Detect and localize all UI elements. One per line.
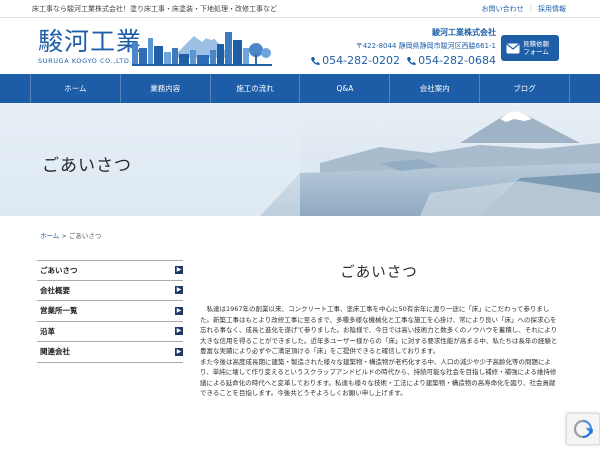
mail-icon — [506, 43, 520, 53]
sidebar-item-label: 営業所一覧 — [40, 306, 78, 316]
breadcrumb: ホーム > ごあいさつ — [40, 230, 101, 240]
sidebar-item-greeting[interactable]: ごあいさつ ▶ — [37, 260, 183, 281]
phone-number-1[interactable]: 054-282-0202 — [310, 54, 400, 67]
logo-japanese: 駿河工業 — [38, 27, 143, 56]
logo-english: SURUGA KOGYO CO.,LTD. — [38, 57, 133, 65]
sidebar-item-label: 会社概要 — [40, 285, 70, 295]
phone-number-1-text: 054-282-0202 — [322, 54, 401, 67]
phone-number-2-text: 054-282-0684 — [418, 54, 496, 67]
sidebar-item-history[interactable]: 沿革 ▶ — [37, 322, 183, 342]
sidebar-item-label: ごあいさつ — [40, 265, 78, 275]
recaptcha-icon — [573, 419, 593, 439]
nav-item-blog[interactable]: ブログ — [480, 74, 570, 103]
arrow-right-icon: ▶ — [175, 286, 183, 295]
phone-number-2[interactable]: 054-282-0684 — [406, 54, 496, 67]
sidebar-item-label: 関連会社 — [40, 347, 70, 357]
quote-button-line1: 見積依頼 — [523, 40, 549, 48]
site-logo[interactable]: 駿河工業 SURUGA KOGYO CO.,LTD. — [38, 27, 143, 66]
nav-item-company[interactable]: 会社案内 — [390, 74, 481, 103]
quote-button-line2: フォーム — [523, 48, 549, 56]
quote-request-button[interactable]: 見積依頼 フォーム — [501, 35, 559, 61]
company-name: 駿河工業株式会社 — [432, 28, 496, 37]
breadcrumb-current: ごあいさつ — [68, 232, 102, 240]
site-tagline: 床工事なら駿河工業株式会社！塗り床工事・床塗装・下地処理・改修工事など — [32, 5, 277, 13]
sidebar-menu: ごあいさつ ▶ 会社概要 ▶ 営業所一覧 ▶ 沿革 ▶ 関連会社 ▶ — [37, 260, 183, 363]
nav-item-home[interactable]: ホーム — [30, 74, 121, 103]
top-links: お問い合わせ | 採用情報 — [482, 4, 566, 14]
greeting-paragraph-1: 私達は1967年の創業以来、コンクリート工事、塗床工事を中心に50有余年に渡り一… — [200, 305, 558, 355]
breadcrumb-home[interactable]: ホーム — [40, 232, 59, 240]
phone-icon — [407, 56, 416, 65]
phone-numbers: 054-282-0202 054-282-0684 — [311, 54, 496, 67]
quote-button-label: 見積依頼 フォーム — [523, 40, 549, 56]
phone-icon — [311, 56, 320, 65]
city-skyline-illustration — [132, 32, 272, 66]
sidebar-item-label: 沿革 — [40, 326, 55, 336]
contact-link[interactable]: お問い合わせ — [482, 4, 524, 14]
sidebar-item-affiliates[interactable]: 関連会社 ▶ — [37, 342, 183, 363]
sidebar-item-offices[interactable]: 営業所一覧 ▶ — [37, 301, 183, 322]
nav-item-services[interactable]: 業務内容 — [121, 74, 211, 103]
company-address: 〒422-8044 静岡県静岡市駿河区西脇661-1 — [355, 42, 496, 50]
sidebar-item-company-profile[interactable]: 会社概要 ▶ — [37, 281, 183, 301]
link-separator: | — [529, 4, 532, 12]
greeting-paragraph-2: また今後は高度成長期に建築・製造された様々な建築物・構造物が老朽化する中、人口の… — [200, 357, 557, 398]
nav-item-qa[interactable]: Q&A — [300, 74, 391, 103]
nav-item-process[interactable]: 施工の流れ — [211, 74, 301, 103]
arrow-right-icon: ▶ — [175, 266, 183, 275]
hero-banner: ごあいさつ — [0, 103, 600, 216]
arrow-right-icon: ▶ — [175, 347, 183, 356]
company-info: 駿河工業株式会社 〒422-8044 静岡県静岡市駿河区西脇661-1 054-… — [311, 27, 496, 67]
recaptcha-badge[interactable] — [566, 413, 600, 445]
greeting-body: 私達は1967年の創業以来、コンクリート工事、塗床工事を中心に50有余年に渡り一… — [200, 304, 560, 399]
recruit-link[interactable]: 採用情報 — [538, 4, 566, 14]
top-bar: 床工事なら駿河工業株式会社！塗り床工事・床塗装・下地処理・改修工事など お問い合… — [0, 0, 600, 18]
main-navigation: ホーム 業務内容 施工の流れ Q&A 会社案内 ブログ — [0, 74, 600, 103]
page-title: ごあいさつ — [340, 265, 418, 281]
hero-title: ごあいさつ — [42, 156, 132, 176]
breadcrumb-separator: > — [61, 232, 67, 240]
arrow-right-icon: ▶ — [175, 306, 183, 315]
arrow-right-icon: ▶ — [175, 327, 183, 336]
